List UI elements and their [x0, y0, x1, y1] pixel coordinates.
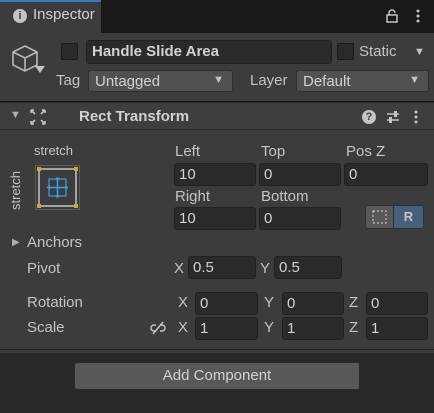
component-divider: [0, 349, 434, 350]
rotation-z-field[interactable]: 0: [366, 292, 428, 315]
pivot-x-field[interactable]: 0.5: [188, 256, 256, 279]
tag-label: Tag: [56, 72, 81, 89]
right-field[interactable]: 10: [174, 207, 256, 230]
foldout-expanded-icon[interactable]: ▼: [10, 109, 21, 121]
bottom-field[interactable]: 0: [259, 207, 341, 230]
scale-x-field[interactable]: 1: [195, 317, 258, 340]
layer-label: Layer: [250, 72, 288, 89]
help-icon[interactable]: ?: [362, 110, 376, 124]
top-label: Top: [261, 143, 286, 160]
active-checkbox[interactable]: [61, 43, 78, 60]
scale-z-field[interactable]: 1: [366, 317, 428, 340]
chevron-down-icon: ▼: [409, 74, 420, 86]
foldout-collapsed-icon[interactable]: ▶: [12, 237, 20, 248]
static-dropdown-arrow-icon[interactable]: ▼: [414, 46, 425, 58]
static-checkbox[interactable]: [337, 43, 354, 60]
scale-y-label[interactable]: Y: [264, 319, 274, 336]
rotation-y-label[interactable]: Y: [264, 294, 274, 311]
pivot-y-field[interactable]: 0.5: [274, 256, 342, 279]
scale-y-field[interactable]: 1: [282, 317, 344, 340]
scale-label: Scale: [27, 319, 65, 336]
chevron-down-icon: ▼: [213, 74, 224, 86]
scale-x-label[interactable]: X: [178, 319, 188, 336]
left-field[interactable]: 10: [174, 163, 256, 186]
bottom-label: Bottom: [261, 188, 309, 205]
static-label: Static: [359, 43, 397, 60]
blueprint-mode-button[interactable]: [365, 205, 394, 229]
lock-icon[interactable]: [386, 9, 398, 23]
kebab-menu-icon[interactable]: [412, 109, 420, 125]
tab-label: Inspector: [33, 6, 95, 23]
object-name-field[interactable]: Handle Slide Area: [86, 40, 332, 64]
tag-dropdown[interactable]: Untagged ▼: [88, 70, 233, 92]
pivot-label: Pivot: [27, 260, 61, 277]
blueprint-icon: [372, 210, 387, 224]
constrain-proportions-link-icon[interactable]: [150, 321, 166, 335]
rect-transform-icon: [30, 109, 46, 125]
tag-value: Untagged: [95, 73, 161, 90]
anchor-preset-button[interactable]: [35, 165, 80, 210]
pivot-y-label[interactable]: Y: [260, 260, 270, 277]
presets-sliders-icon[interactable]: [385, 109, 401, 125]
right-label: Right: [175, 188, 211, 205]
layer-value: Default: [303, 73, 351, 90]
anchors-foldout[interactable]: Anchors: [27, 234, 82, 251]
left-label: Left: [175, 143, 201, 160]
chevron-down-icon[interactable]: [35, 66, 45, 73]
rotation-x-label[interactable]: X: [178, 294, 188, 311]
component-title: Rect Transform: [79, 108, 190, 125]
raw-edit-button[interactable]: R: [393, 205, 424, 229]
anchor-vertical-label: stretch: [8, 170, 23, 210]
layer-dropdown[interactable]: Default ▼: [296, 70, 429, 92]
posz-field[interactable]: 0: [344, 163, 428, 186]
info-icon: i: [13, 9, 27, 23]
pivot-x-label[interactable]: X: [174, 260, 184, 277]
rotation-x-field[interactable]: 0: [195, 292, 258, 315]
scale-z-label[interactable]: Z: [349, 319, 358, 336]
rotation-z-label[interactable]: Z: [349, 294, 358, 311]
add-component-button[interactable]: Add Component: [74, 362, 360, 390]
rotation-y-field[interactable]: 0: [282, 292, 344, 315]
rotation-label: Rotation: [27, 294, 83, 311]
top-field[interactable]: 0: [259, 163, 341, 186]
posz-label: Pos Z: [346, 143, 386, 160]
kebab-menu-icon[interactable]: [411, 9, 425, 23]
anchor-horizontal-label: stretch: [34, 143, 74, 158]
